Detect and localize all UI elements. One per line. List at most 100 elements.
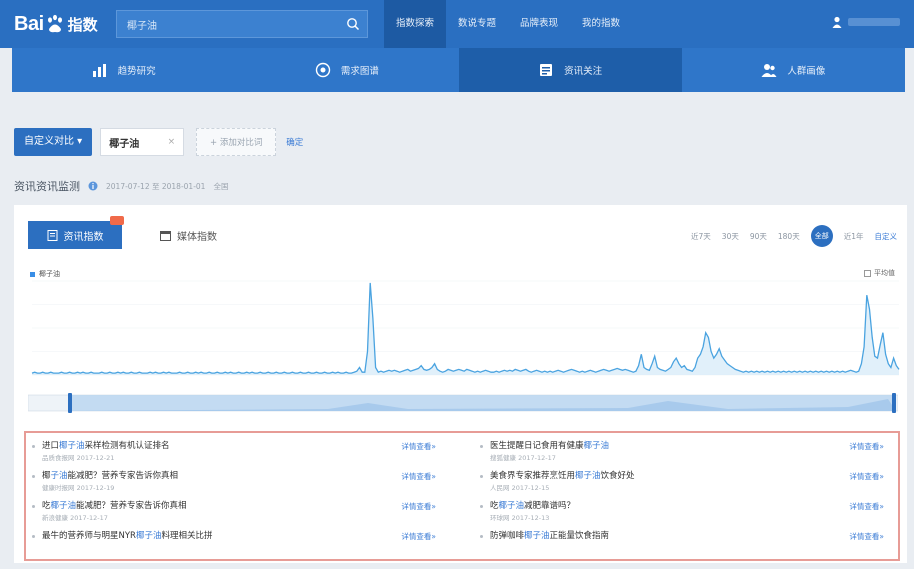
news-item[interactable]: 美食界专家推荐烹饪用椰子油饮食好处 人民网 2017-12-15 详情查看»	[474, 469, 894, 499]
calendar-icon	[160, 230, 171, 241]
tab-news-index-label: 资讯指数	[63, 231, 104, 243]
news-source: 人民网 2017-12-15	[490, 484, 550, 492]
news-index-chart	[31, 280, 900, 376]
range-7d[interactable]: 近7天	[691, 231, 711, 242]
news-column-right: 医生提醒日记食用有健康椰子油 搜狐健康 2017-12-17 详情查看» 美食界专家推…	[474, 439, 894, 559]
news-keyword-highlight: 椰子油	[498, 501, 525, 511]
subnav-audience[interactable]: 人群画像	[682, 48, 905, 92]
region-label[interactable]: 全国	[213, 181, 228, 192]
news-title[interactable]: 美食界专家推荐烹饪用椰子油饮食好处	[490, 469, 894, 483]
news-item[interactable]: 防弹咖啡椰子油正能量饮食指南 详情查看»	[474, 529, 894, 559]
news-detail-link[interactable]: 详情查看»	[401, 531, 436, 542]
bullet-icon	[480, 535, 483, 538]
news-title[interactable]: 吃椰子油能减肥？营养专家告诉你真相	[42, 499, 446, 513]
search-icon[interactable]	[339, 11, 367, 37]
news-index-panel: 资讯指数 媒体指数 近7天 30天 90天 180天 全部 近1年 自定义 椰子…	[14, 205, 907, 563]
subnav-demand[interactable]: 需求图谱	[235, 48, 458, 92]
news-keyword-highlight: 椰子油	[59, 441, 85, 451]
news-source: 健康时报网 2017-12-19	[42, 484, 115, 492]
news-title-text: 防弹咖啡	[490, 531, 525, 541]
news-item[interactable]: 最牛的营养师与明星NYR椰子油料理相关比拼 详情查看»	[26, 529, 446, 559]
news-source: 新浪健康 2017-12-17	[42, 514, 108, 522]
time-range-selector: 近7天 30天 90天 180天 全部 近1年 自定义	[691, 225, 897, 247]
news-title[interactable]: 医生提醒日记食用有健康椰子油	[490, 439, 894, 453]
news-detail-link[interactable]: 详情查看»	[401, 471, 436, 482]
paw-icon	[47, 14, 62, 33]
nav-my-index[interactable]: 我的指数	[570, 0, 632, 48]
range-30d[interactable]: 30天	[722, 231, 739, 242]
range-90d[interactable]: 90天	[750, 231, 767, 242]
info-icon[interactable]	[88, 181, 98, 191]
subnav-trend[interactable]: 趋势研究	[12, 48, 235, 92]
news-title[interactable]: 防弹咖啡椰子油正能量饮食指南	[490, 529, 894, 543]
subnav-audience-label: 人群画像	[787, 66, 826, 77]
user-icon	[832, 16, 842, 28]
username-placeholder	[848, 18, 900, 26]
range-180d[interactable]: 180天	[778, 231, 800, 242]
news-title-text: 料理相关比拼	[161, 531, 213, 541]
date-range: 2017-07-12 至 2018-01-01	[106, 181, 206, 191]
news-title-text: 减肥靠谱吗？	[524, 501, 576, 511]
news-item[interactable]: 吃椰子油能减肥？营养专家告诉你真相 新浪健康 2017-12-17 详情查看»	[26, 499, 446, 529]
news-item[interactable]: 医生提醒日记食用有健康椰子油 搜狐健康 2017-12-17 详情查看»	[474, 439, 894, 469]
tab-news-index[interactable]: 资讯指数	[28, 216, 124, 249]
logo-brand: Bai	[14, 12, 44, 35]
add-compare-input[interactable]: + 添加对比词	[196, 128, 277, 156]
new-badge	[110, 216, 124, 225]
compare-type-label: 自定义对比	[24, 136, 74, 147]
bullet-icon	[32, 535, 35, 538]
baidu-index-logo[interactable]: Bai 指数	[14, 8, 98, 40]
keyword-chip[interactable]: 椰子油 ×	[100, 128, 185, 156]
bullet-icon	[32, 445, 35, 448]
series-area	[32, 282, 899, 375]
section-title: 资讯资讯监测	[14, 180, 80, 193]
subnav-demand-label: 需求图谱	[340, 66, 379, 77]
range-all[interactable]: 全部	[810, 225, 833, 247]
news-title-text: 进口	[42, 441, 60, 451]
news-detail-link[interactable]: 详情查看»	[401, 501, 436, 512]
range-custom[interactable]: 自定义	[875, 231, 898, 242]
target-icon	[315, 62, 331, 78]
range-1y[interactable]: 近1年	[844, 231, 864, 242]
time-range-slider[interactable]	[28, 391, 898, 415]
news-detail-link[interactable]: 详情查看»	[401, 441, 436, 452]
chart-bar-icon	[92, 64, 106, 77]
news-keyword-highlight: 椰子油	[575, 471, 601, 481]
news-detail-link[interactable]: 详情查看»	[849, 441, 884, 452]
subnav-trend-label: 趋势研究	[117, 66, 156, 77]
subnav-news[interactable]: 资讯关注	[458, 48, 682, 92]
sub-navbar: 趋势研究 需求图谱 资讯关注 人群画像	[12, 48, 905, 92]
news-detail-link[interactable]: 详情查看»	[849, 471, 884, 482]
news-title-text: 采样检测有机认证排名	[84, 441, 170, 451]
subnav-news-label: 资讯关注	[564, 66, 603, 77]
remove-keyword-icon[interactable]: ×	[168, 137, 176, 147]
user-menu[interactable]	[832, 16, 900, 28]
chart-grid	[32, 280, 899, 376]
news-keyword-highlight: 椰子油	[583, 441, 610, 451]
news-title[interactable]: 进口椰子油采样检测有机认证排名	[42, 439, 446, 453]
filter-row: 自定义对比 ▾ 椰子油 × + 添加对比词 确定	[14, 128, 303, 156]
compare-type-dropdown[interactable]: 自定义对比 ▾	[14, 128, 93, 156]
news-title-text: 最牛的营养师与明星NYR	[42, 531, 136, 541]
index-tabs: 资讯指数 媒体指数	[28, 216, 217, 249]
nav-index-explore[interactable]: 指数探索	[384, 0, 447, 48]
tab-media-index-label: 媒体指数	[177, 231, 217, 243]
nav-topics[interactable]: 数说专题	[446, 0, 508, 48]
news-item[interactable]: 椰子油能减肥？营养专家告诉你真相 健康时报网 2017-12-19 详情查看»	[26, 469, 446, 499]
search-bar[interactable]: 椰子油	[116, 10, 368, 38]
news-title[interactable]: 最牛的营养师与明星NYR椰子油料理相关比拼	[42, 529, 446, 543]
news-detail-link[interactable]: 详情查看»	[849, 531, 884, 542]
news-title[interactable]: 吃椰子油减肥靠谱吗？	[490, 499, 894, 513]
top-nav: 指数探索 数说专题 品牌表现 我的指数	[384, 0, 632, 48]
news-detail-link[interactable]: 详情查看»	[849, 501, 884, 512]
slider-handle-left	[68, 393, 72, 413]
tab-media-index[interactable]: 媒体指数	[160, 228, 217, 243]
news-title[interactable]: 椰子油能减肥？营养专家告诉你真相	[42, 469, 446, 483]
news-item[interactable]: 进口椰子油采样检测有机认证排名 品质食报网 2017-12-21 详情查看»	[26, 439, 446, 469]
confirm-link[interactable]: 确定	[286, 136, 303, 148]
nav-brand[interactable]: 品牌表现	[508, 0, 570, 48]
news-title-text: 美食界专家推荐烹饪用	[490, 471, 576, 481]
search-input[interactable]: 椰子油	[127, 17, 339, 32]
news-source: 搜狐健康 2017-12-17	[490, 454, 556, 462]
news-item[interactable]: 吃椰子油减肥靠谱吗？ 环球网 2017-12-13 详情查看»	[474, 499, 894, 529]
